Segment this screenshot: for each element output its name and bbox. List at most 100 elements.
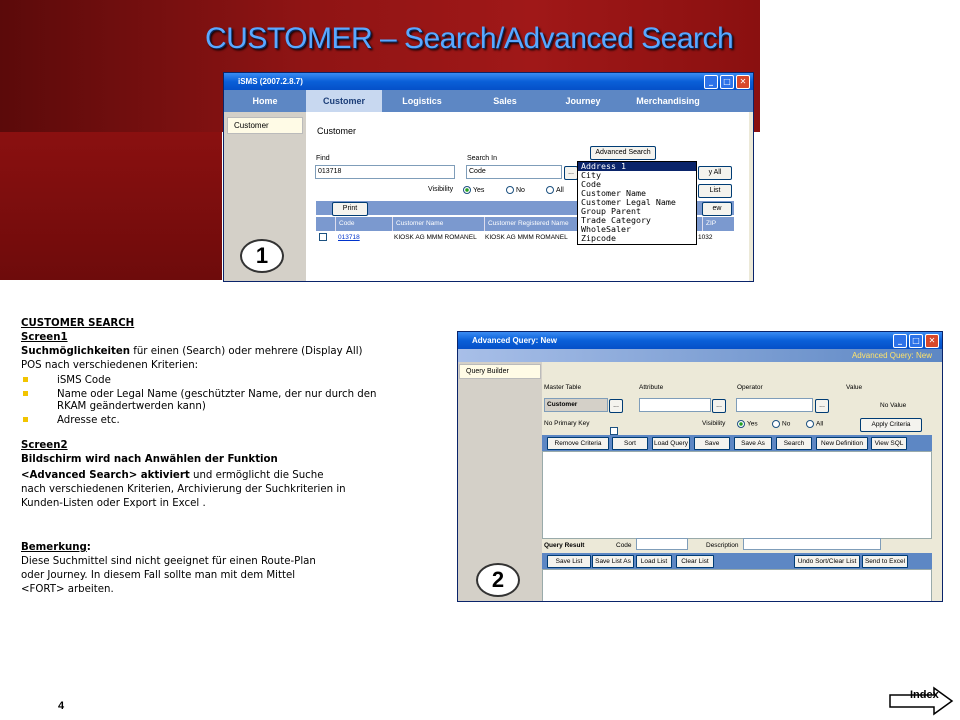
search-in-select[interactable]: Code — [466, 165, 562, 179]
column-header-zip[interactable]: ZIP — [703, 217, 726, 231]
visibility-label: Visibility — [702, 420, 726, 427]
no-primary-key-label: No Primary Key — [544, 420, 590, 427]
screen2-label: Screen2 — [21, 440, 68, 451]
find-label: Find — [316, 155, 330, 162]
master-table-field: Customer — [544, 398, 608, 412]
index-link[interactable]: Index — [888, 686, 954, 720]
display-all-button[interactable]: y All — [698, 166, 732, 180]
bullet-text-continued: RKAM geändertwerden kann) — [57, 401, 206, 412]
advanced-query-window: Advanced Query: New _ □ ✕ Advanced Query… — [457, 331, 943, 602]
index-label[interactable]: Index — [910, 689, 939, 701]
save-button[interactable]: Save — [694, 437, 730, 450]
callout-2: 2 — [476, 563, 520, 597]
bullet-text: iSMS Code — [57, 375, 111, 386]
visibility-yes[interactable]: Yes — [463, 186, 484, 194]
sidebar-item-query-builder[interactable]: Query Builder — [459, 364, 541, 379]
nav-home[interactable]: Home — [224, 90, 306, 112]
visibility-yes[interactable]: Yes — [737, 420, 758, 428]
page-number: 4 — [58, 700, 65, 712]
value-text: No Value — [880, 402, 907, 409]
description-input[interactable] — [743, 538, 881, 550]
visibility-all[interactable]: All — [806, 420, 823, 428]
screen1-line2: POS nach verschiedenen Kriterien: — [21, 360, 199, 371]
criteria-area[interactable] — [542, 451, 932, 539]
column-header-name[interactable]: Customer Name — [393, 217, 485, 231]
minimize-icon[interactable]: _ — [704, 75, 718, 89]
operator-input[interactable] — [736, 398, 813, 412]
operator-browse-button[interactable]: ... — [815, 399, 829, 413]
search-in-browse-button[interactable]: ... — [564, 166, 578, 180]
column-header-code[interactable]: Code — [336, 217, 393, 231]
save-as-button[interactable]: Save As — [734, 437, 772, 450]
dropdown-option[interactable]: Zipcode — [578, 234, 696, 243]
sidebar-item-customer[interactable]: Customer — [227, 117, 303, 134]
save-list-button[interactable]: Save List — [547, 555, 591, 568]
window-title-bar: iSMS (2007.2.8.7) _ □ ✕ — [224, 73, 753, 90]
value-label: Value — [846, 384, 863, 391]
remark-line3: <FORT> arbeiten. — [21, 584, 114, 595]
nav-merchandising[interactable]: Merchandising — [618, 90, 718, 112]
search-button[interactable]: Search — [776, 437, 812, 450]
description-label: Description — [706, 542, 739, 549]
close-icon[interactable]: ✕ — [736, 75, 750, 89]
apply-criteria-button[interactable]: Apply Criteria — [860, 418, 922, 432]
send-to-excel-button[interactable]: Send to Excel — [862, 555, 908, 568]
nav-customer[interactable]: Customer — [306, 90, 382, 112]
list-button[interactable]: List — [698, 184, 732, 198]
find-input[interactable]: 013718 — [315, 165, 455, 179]
nav-journey[interactable]: Journey — [548, 90, 618, 112]
screen2-line3: nach verschiedenen Kriterien, Archivieru… — [21, 484, 346, 495]
undo-sort-clear-list-button[interactable]: Undo Sort/Clear List — [794, 555, 860, 568]
visibility-no[interactable]: No — [772, 420, 790, 428]
attribute-label: Attribute — [639, 384, 664, 391]
view-sql-button[interactable]: View SQL — [871, 437, 907, 450]
attribute-input[interactable] — [639, 398, 711, 412]
search-in-label: Search In — [467, 155, 497, 162]
new-button[interactable]: ew — [702, 202, 732, 216]
visibility-no[interactable]: No — [506, 186, 525, 194]
visibility-all[interactable]: All — [546, 186, 564, 194]
search-in-dropdown[interactable]: Address 1 City Code Customer Name Custom… — [577, 161, 697, 245]
minimize-icon[interactable]: _ — [893, 334, 907, 348]
maximize-icon[interactable]: □ — [909, 334, 923, 348]
maximize-icon[interactable]: □ — [720, 75, 734, 89]
panel-heading: Customer — [317, 126, 357, 136]
row-code-link[interactable]: 013718 — [335, 232, 391, 244]
remove-criteria-button[interactable]: Remove Criteria — [547, 437, 609, 450]
advanced-search-button[interactable]: Advanced Search — [590, 146, 656, 160]
operator-label: Operator — [737, 384, 763, 391]
nav-logistics[interactable]: Logistics — [382, 90, 462, 112]
print-button[interactable]: Print — [332, 202, 368, 216]
clear-list-button[interactable]: Clear List — [676, 555, 714, 568]
radio-icon — [772, 420, 780, 428]
criteria-toolbar: Remove Criteria Sort Load Query Save Sav… — [542, 435, 932, 451]
query-result-area[interactable] — [542, 569, 932, 601]
main-nav: Home Customer Logistics Sales Journey Me… — [224, 90, 753, 112]
attribute-browse-button[interactable]: ... — [712, 399, 726, 413]
description-heading: CUSTOMER SEARCH — [21, 318, 135, 329]
screen2-line4: Kunden-Listen oder Export in Excel . — [21, 498, 206, 509]
remark-line1: Diese Suchmittel sind nicht geeignet für… — [21, 556, 316, 567]
remark-line2: oder Journey. In diesem Fall sollte man … — [21, 570, 296, 581]
query-result-label: Query Result — [544, 542, 585, 549]
save-list-as-button[interactable]: Save List As — [592, 555, 634, 568]
remark-label: Bemerkung: — [21, 542, 91, 553]
bullet-text: Name oder Legal Name (geschützter Name, … — [57, 389, 377, 400]
master-table-browse-button[interactable]: ... — [609, 399, 623, 413]
screen1-line1: Suchmöglichkeiten für einen (Search) ode… — [21, 346, 363, 357]
row-checkbox[interactable] — [319, 233, 327, 242]
query-banner: Advanced Query: New — [458, 349, 942, 362]
new-definition-button[interactable]: New Definition — [816, 437, 868, 450]
bullet-icon — [23, 377, 28, 382]
code-input[interactable] — [636, 538, 688, 550]
radio-selected-icon — [463, 186, 471, 194]
slide-title: CUSTOMER – Search/Advanced Search — [205, 22, 734, 55]
close-icon[interactable]: ✕ — [925, 334, 939, 348]
bullet-text: Adresse etc. — [57, 415, 120, 426]
query-builder-panel: Master Table Customer ... Attribute ... … — [542, 362, 938, 601]
nav-sales[interactable]: Sales — [462, 90, 548, 112]
load-query-button[interactable]: Load Query — [652, 437, 690, 450]
load-list-button[interactable]: Load List — [636, 555, 672, 568]
sort-button[interactable]: Sort — [612, 437, 648, 450]
code-label: Code — [616, 542, 632, 549]
